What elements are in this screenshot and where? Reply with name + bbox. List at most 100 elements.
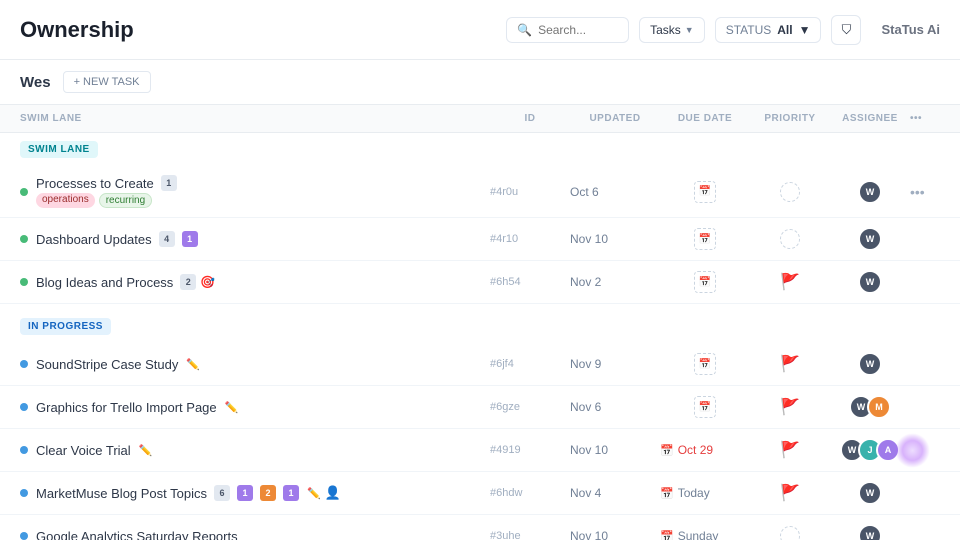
task-name-cell: MarketMuse Blog Post Topics 6 1 2 1 ✏️ 👤 bbox=[20, 485, 490, 501]
header: Ownership 🔍 Tasks ▼ STATUS All ▼ ⛉ bbox=[0, 0, 960, 60]
avatar: W bbox=[858, 227, 882, 251]
page-title: Ownership bbox=[20, 17, 134, 43]
col-swim-lane: SWIM LANE bbox=[20, 113, 490, 124]
avatar: W bbox=[858, 481, 882, 505]
edit-icon[interactable]: ✏️ bbox=[225, 401, 239, 414]
due-date-cell: 📅 Sunday bbox=[660, 529, 750, 540]
task-name-cell: Google Analytics Saturday Reports bbox=[20, 529, 490, 540]
calendar-icon: 📅 bbox=[660, 530, 674, 540]
subheader: Wes + NEW TASK bbox=[0, 60, 960, 105]
priority-cell: 🚩 bbox=[750, 440, 830, 460]
search-icon: 🔍 bbox=[517, 23, 532, 37]
swim-lane-badge: SWIM LANE bbox=[20, 141, 98, 158]
priority-cell: 🚩 bbox=[750, 354, 830, 374]
task-name[interactable]: Google Analytics Saturday Reports bbox=[36, 529, 238, 540]
task-name[interactable]: Blog Ideas and Process bbox=[36, 275, 173, 290]
col-due-date: DUE DATE bbox=[660, 113, 750, 124]
search-input[interactable] bbox=[538, 23, 618, 37]
due-date-cell: 📅 bbox=[660, 396, 750, 418]
priority-yellow-icon: 🚩 bbox=[780, 397, 800, 417]
tasks-filter[interactable]: Tasks ▼ bbox=[639, 17, 705, 43]
table-row: SoundStripe Case Study ✏️ #6jf4 Nov 9 📅 … bbox=[0, 343, 960, 386]
badge-count-purple: 1 bbox=[182, 231, 198, 247]
assignee-cell: W bbox=[830, 227, 910, 251]
calendar-icon: 📅 bbox=[694, 181, 716, 203]
tags: operations recurring bbox=[36, 193, 177, 208]
status-filter[interactable]: STATUS All ▼ bbox=[715, 17, 822, 43]
table-row: Processes to Create 1 operations recurri… bbox=[0, 166, 960, 218]
status-dot bbox=[20, 278, 28, 286]
col-id: ID bbox=[490, 113, 570, 124]
avatar: M bbox=[867, 395, 891, 419]
status-dot bbox=[20, 403, 28, 411]
due-date-value: Sunday bbox=[678, 529, 719, 540]
task-name-cell: Processes to Create 1 operations recurri… bbox=[20, 175, 490, 208]
search-box[interactable]: 🔍 bbox=[506, 17, 629, 43]
updated-date: Nov 9 bbox=[570, 357, 660, 371]
badge-count-purple: 1 bbox=[237, 485, 253, 501]
priority-ghost bbox=[780, 229, 800, 249]
priority-red-icon: 🚩 bbox=[780, 272, 800, 292]
task-id: #6hdw bbox=[490, 487, 570, 499]
status-dot bbox=[20, 188, 28, 196]
task-id: #4r0u bbox=[490, 186, 570, 198]
status-dot bbox=[20, 489, 28, 497]
due-date-cell: 📅 bbox=[660, 228, 750, 250]
header-right: 🔍 Tasks ▼ STATUS All ▼ ⛉ StaTus Ai bbox=[506, 15, 940, 45]
task-name[interactable]: Graphics for Trello Import Page bbox=[36, 400, 217, 415]
calendar-icon: 📅 bbox=[694, 396, 716, 418]
avatar: W bbox=[858, 524, 882, 540]
priority-cell: 🚩 bbox=[750, 483, 830, 503]
task-name[interactable]: Processes to Create bbox=[36, 176, 154, 191]
new-task-button[interactable]: + NEW TASK bbox=[63, 71, 151, 93]
priority-cell bbox=[750, 229, 830, 249]
task-name[interactable]: Clear Voice Trial bbox=[36, 443, 131, 458]
edit-icon[interactable]: ✏️ bbox=[139, 444, 153, 457]
priority-cell: 🚩 bbox=[750, 397, 830, 417]
avatar: A bbox=[876, 438, 900, 462]
due-date-cell: 📅 bbox=[660, 181, 750, 203]
status-dot bbox=[20, 360, 28, 368]
task-name[interactable]: SoundStripe Case Study bbox=[36, 357, 178, 372]
due-date-cell: 📅 Oct 29 bbox=[660, 443, 750, 457]
updated-date: Nov 6 bbox=[570, 400, 660, 414]
task-name-cell: Dashboard Updates 4 1 bbox=[20, 231, 490, 247]
badge-count: 6 bbox=[214, 485, 230, 501]
updated-date: Nov 10 bbox=[570, 529, 660, 540]
task-name[interactable]: MarketMuse Blog Post Topics bbox=[36, 486, 207, 501]
table-row: Clear Voice Trial ✏️ #4919 Nov 10 📅 Oct … bbox=[0, 429, 960, 472]
calendar-icon: 📅 bbox=[660, 444, 674, 457]
edit-icon[interactable]: ✏️ bbox=[186, 358, 200, 371]
assignee-cell: W J A bbox=[830, 438, 910, 462]
task-name[interactable]: Dashboard Updates bbox=[36, 232, 152, 247]
task-name-cell: Blog Ideas and Process 2 🎯 bbox=[20, 274, 490, 290]
assignee-cell: W bbox=[830, 524, 910, 540]
table-container: SWIM LANE Processes to Create 1 operatio… bbox=[0, 133, 960, 540]
task-id: #6jf4 bbox=[490, 358, 570, 370]
edit-icon[interactable]: ✏️ bbox=[307, 487, 321, 500]
assignee-cell: W M bbox=[830, 395, 910, 419]
section-swim-lane: SWIM LANE bbox=[0, 133, 960, 166]
avatar-stack: W M bbox=[849, 395, 891, 419]
task-id: #3uhe bbox=[490, 530, 570, 540]
tasks-label: Tasks bbox=[650, 23, 681, 37]
assignee-cell: W bbox=[830, 180, 910, 204]
priority-cell bbox=[750, 182, 830, 202]
status-ai-label: StaTus Ai bbox=[881, 22, 940, 37]
task-id: #4919 bbox=[490, 444, 570, 456]
more-options-button[interactable]: ••• bbox=[910, 184, 940, 200]
user-name: Wes bbox=[20, 74, 51, 91]
priority-yellow-icon: 🚩 bbox=[780, 483, 800, 503]
priority-teal-icon: 🚩 bbox=[780, 440, 800, 460]
calendar-icon: 📅 bbox=[694, 271, 716, 293]
filter-button[interactable]: ⛉ bbox=[831, 15, 861, 45]
due-date-cell: 📅 bbox=[660, 271, 750, 293]
updated-date: Nov 4 bbox=[570, 486, 660, 500]
table-row: Graphics for Trello Import Page ✏️ #6gze… bbox=[0, 386, 960, 429]
badge-count: 2 bbox=[180, 274, 196, 290]
status-dot bbox=[20, 446, 28, 454]
task-name-wrapper: Processes to Create 1 operations recurri… bbox=[36, 175, 177, 208]
badge-count: 4 bbox=[159, 231, 175, 247]
assignee-cell: W bbox=[830, 270, 910, 294]
table-row: Dashboard Updates 4 1 #4r10 Nov 10 📅 W bbox=[0, 218, 960, 261]
